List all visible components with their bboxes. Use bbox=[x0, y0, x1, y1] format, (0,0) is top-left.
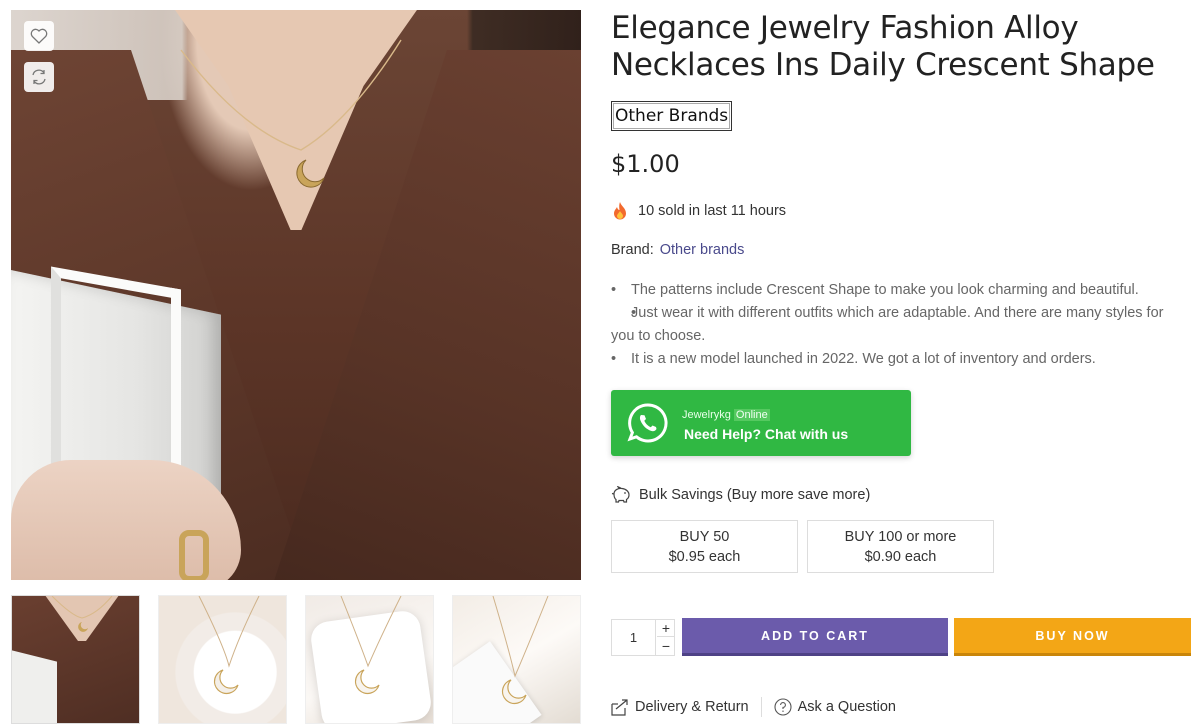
bulk-tier-100[interactable]: BUY 100 or more $0.90 each bbox=[807, 520, 994, 573]
wishlist-button[interactable] bbox=[24, 21, 54, 51]
question-circle-icon bbox=[774, 698, 792, 716]
brand-row: Brand: Other brands bbox=[611, 242, 744, 258]
agent-status-badge: Online bbox=[733, 408, 770, 421]
product-price: $1.00 bbox=[611, 150, 680, 178]
thumbnail-2[interactable] bbox=[158, 595, 287, 724]
delivery-return-label: Delivery & Return bbox=[635, 699, 749, 715]
brand-link[interactable]: Other brands bbox=[660, 242, 745, 258]
tier-qty: BUY 100 or more bbox=[844, 529, 957, 545]
compare-button[interactable] bbox=[24, 62, 54, 92]
quantity-stepper: + − bbox=[611, 619, 675, 656]
tier-price: $0.95 each bbox=[668, 549, 741, 565]
quantity-input[interactable] bbox=[612, 620, 656, 655]
fire-icon bbox=[614, 202, 626, 220]
image-ring bbox=[179, 530, 209, 580]
add-to-cart-button[interactable]: ADD TO CART bbox=[682, 618, 948, 656]
thumbnail-1[interactable] bbox=[11, 595, 140, 724]
piggy-bank-icon bbox=[611, 486, 630, 503]
main-product-image[interactable] bbox=[11, 10, 581, 580]
buy-now-button[interactable]: BUY NOW bbox=[954, 618, 1191, 656]
bulk-tier-50[interactable]: BUY 50 $0.95 each bbox=[611, 520, 798, 573]
chat-cta: Need Help? Chat with us bbox=[684, 425, 849, 442]
quantity-decrease-button[interactable]: − bbox=[657, 638, 675, 655]
tier-price: $0.90 each bbox=[864, 549, 937, 565]
thumbnail-necklace bbox=[51, 596, 113, 632]
ask-question-link[interactable]: Ask a Question bbox=[774, 698, 896, 716]
brand-label: Brand: bbox=[611, 242, 654, 258]
thumbnail-4[interactable] bbox=[452, 595, 581, 724]
compare-icon bbox=[32, 69, 46, 85]
brand-badge[interactable]: Other Brands bbox=[611, 101, 733, 131]
thumbnail-necklace bbox=[492, 596, 549, 705]
sold-text: 10 sold in last 11 hours bbox=[638, 203, 787, 219]
delivery-box-icon bbox=[611, 698, 628, 716]
heart-icon bbox=[30, 28, 48, 44]
agent-name: Jewelrykg bbox=[682, 408, 731, 421]
thumbnail-3[interactable] bbox=[305, 595, 434, 724]
thumbnail-necklace bbox=[198, 596, 260, 695]
ask-question-label: Ask a Question bbox=[797, 699, 896, 715]
feature-item: Just wear it with different outfits whic… bbox=[611, 302, 1183, 348]
whatsapp-icon bbox=[627, 403, 668, 443]
whatsapp-chat-button[interactable]: Jewelrykg Online Need Help? Chat with us bbox=[611, 390, 911, 456]
bulk-savings-header: Bulk Savings (Buy more save more) bbox=[611, 486, 870, 504]
feature-item: The patterns include Crescent Shape to m… bbox=[611, 279, 1183, 302]
tier-qty: BUY 50 bbox=[679, 529, 730, 545]
product-title: Elegance Jewelry Fashion Alloy Necklaces… bbox=[611, 10, 1155, 83]
divider bbox=[760, 697, 762, 717]
quantity-increase-button[interactable]: + bbox=[657, 620, 675, 637]
delivery-return-link[interactable]: Delivery & Return bbox=[610, 698, 749, 717]
product-extra-links: Delivery & Return Ask a Question bbox=[610, 697, 896, 717]
feature-list: The patterns include Crescent Shape to m… bbox=[611, 279, 1183, 371]
thumbnail-necklace bbox=[340, 596, 402, 695]
feature-item: It is a new model launched in 2022. We g… bbox=[611, 348, 1183, 371]
sold-counter: 10 sold in last 11 hours bbox=[611, 201, 786, 221]
bulk-savings-title: Bulk Savings (Buy more save more) bbox=[639, 487, 871, 503]
